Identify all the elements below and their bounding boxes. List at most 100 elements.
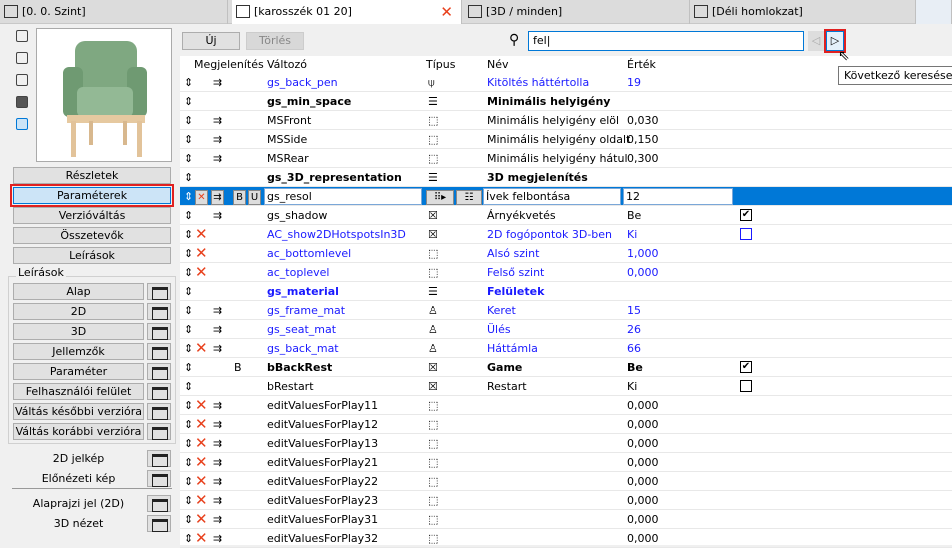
table-row[interactable]: ⇕ ✕ ⇉ editValuesForPlay32 ⬚ 0,000 <box>180 529 952 548</box>
extra-button[interactable]: Előnézeti kép <box>13 470 144 487</box>
drag-handle-icon[interactable]: ⇕ <box>184 304 193 317</box>
display-flag-icon[interactable]: ⇉ <box>213 323 222 336</box>
table-row[interactable]: ⇕ ✕ ⇉ editValuesForPlay23 ⬚ 0,000 <box>180 491 952 510</box>
nav-1[interactable]: Paraméterek <box>10 184 174 207</box>
table-row-selected[interactable]: ⇕ ✕ ⇉ B U gs_resol ⠿▸ ☷ Ívek felbontása … <box>180 187 952 206</box>
variable-name[interactable]: editValuesForPlay32 <box>267 532 378 545</box>
tab-elevation[interactable]: [Déli homlokzat] <box>690 0 916 24</box>
script-button[interactable]: Jellemzők <box>13 343 144 360</box>
variable-name[interactable]: ac_toplevel <box>267 266 329 279</box>
delete-flag-icon[interactable]: ✕ <box>195 244 208 262</box>
delete-flag-icon[interactable]: ✕ <box>195 190 208 205</box>
variable-name[interactable]: editValuesForPlay23 <box>267 494 378 507</box>
display-flag-icon[interactable]: ⇉ <box>213 76 222 89</box>
table-row[interactable]: ⇕ ⇉ gs_back_pen ⍦ Kitöltés háttértolla 1… <box>180 73 952 92</box>
parameter-name[interactable]: Minimális helyigény elöl <box>487 114 619 127</box>
type-dropdown-icon[interactable]: ⠿▸ <box>426 190 454 205</box>
name-input[interactable]: Ívek felbontása <box>483 188 621 205</box>
underline-flag-button[interactable]: U <box>248 190 261 205</box>
variable-name[interactable]: ac_bottomlevel <box>267 247 351 260</box>
open-window-icon[interactable] <box>147 343 171 360</box>
drag-handle-icon[interactable]: ⇕ <box>184 456 193 469</box>
value-checkbox[interactable]: ✔ <box>740 209 752 221</box>
nav-2[interactable]: Verzióváltás <box>13 207 171 224</box>
script-button[interactable]: 3D <box>13 323 144 340</box>
drag-handle-icon[interactable]: ⇕ <box>184 95 193 108</box>
display-flag-icon[interactable]: ⇉ <box>213 209 222 222</box>
variable-name[interactable]: gs_seat_mat <box>267 323 336 336</box>
variable-name[interactable]: bBackRest <box>267 361 332 374</box>
parameter-value[interactable]: 0,030 <box>627 114 659 127</box>
open-window-icon[interactable] <box>147 303 171 320</box>
parameter-name[interactable]: Alsó szint <box>487 247 539 260</box>
parameter-value[interactable]: 0,000 <box>627 513 659 526</box>
display-flag-icon[interactable]: ⇉ <box>213 152 222 165</box>
table-row[interactable]: ⇕ ⇉ MSSide ⬚ Minimális helyigény oldalt … <box>180 130 952 149</box>
script-button[interactable]: 2D <box>13 303 144 320</box>
delete-flag-icon[interactable]: ✕ <box>195 510 208 528</box>
delete-button[interactable]: Törlés <box>246 32 304 50</box>
delete-flag-icon[interactable]: ✕ <box>195 396 208 414</box>
table-row[interactable]: ⇕ ⇉ MSRear ⬚ Minimális helyigény hátul 0… <box>180 149 952 168</box>
variable-name[interactable]: MSFront <box>267 114 311 127</box>
variable-name[interactable]: gs_frame_mat <box>267 304 345 317</box>
extra-button[interactable]: Alaprajzi jel (2D) <box>13 495 144 512</box>
col-display[interactable]: Megjelenítés <box>194 58 264 71</box>
open-window-icon[interactable] <box>147 495 171 512</box>
variable-name[interactable]: MSRear <box>267 152 309 165</box>
display-flag-icon[interactable]: ⇉ <box>213 513 222 526</box>
extra-button[interactable]: 2D jelkép <box>13 450 144 467</box>
drag-handle-icon[interactable]: ⇕ <box>184 437 193 450</box>
drag-handle-icon[interactable]: ⇕ <box>184 494 193 507</box>
table-row[interactable]: ⇕ ⇉ gs_frame_mat ♙ Keret 15 <box>180 301 952 320</box>
parameter-name[interactable]: Minimális helyigény hátul <box>487 152 628 165</box>
value-input[interactable]: 12 <box>623 188 733 205</box>
drag-handle-icon[interactable]: ⇕ <box>184 513 193 526</box>
parameter-name[interactable]: Game <box>487 361 522 374</box>
array-icon[interactable]: ☷ <box>456 190 482 205</box>
display-flag-icon[interactable]: ⇉ <box>213 342 222 355</box>
table-row[interactable]: ⇕ B bBackRest ☒ Game Be ✔ <box>180 358 952 377</box>
value-checkbox[interactable] <box>740 228 752 240</box>
parameter-value[interactable]: 0,150 <box>627 133 659 146</box>
open-window-icon[interactable] <box>147 383 171 400</box>
parameter-name[interactable]: 2D fogópontok 3D-ben <box>487 228 612 241</box>
drag-handle-icon[interactable]: ⇕ <box>184 76 193 89</box>
display-flag-icon[interactable]: ⇉ <box>213 304 222 317</box>
bold-flag-button[interactable]: B <box>233 190 246 205</box>
drag-handle-icon[interactable]: ⇕ <box>184 361 193 374</box>
delete-flag-icon[interactable]: ✕ <box>195 339 208 357</box>
delete-flag-icon[interactable]: ✕ <box>195 529 208 547</box>
value-checkbox[interactable] <box>740 380 752 392</box>
script-button[interactable]: Paraméter <box>13 363 144 380</box>
tab-library-part[interactable]: [karosszék 01 20] ✕ <box>232 0 462 24</box>
parameter-name[interactable]: Háttámla <box>487 342 538 355</box>
drag-handle-icon[interactable]: ⇕ <box>184 190 193 203</box>
parameter-name[interactable]: Restart <box>487 380 527 393</box>
drag-handle-icon[interactable]: ⇕ <box>184 152 193 165</box>
drag-handle-icon[interactable]: ⇕ <box>184 228 193 241</box>
display-flag-icon[interactable]: ⇉ <box>213 532 222 545</box>
delete-flag-icon[interactable]: ✕ <box>195 491 208 509</box>
open-window-icon[interactable] <box>147 450 171 467</box>
parameter-name[interactable]: Keret <box>487 304 516 317</box>
drag-handle-icon[interactable]: ⇕ <box>184 114 193 127</box>
table-row[interactable]: ⇕ ✕ ac_toplevel ⬚ Felső szint 0,000 <box>180 263 952 282</box>
variable-input[interactable]: gs_resol <box>264 188 422 205</box>
table-row[interactable]: ⇕ ✕ ⇉ editValuesForPlay22 ⬚ 0,000 <box>180 472 952 491</box>
parameter-name[interactable]: 3D megjelenítés <box>487 171 588 184</box>
col-variable[interactable]: Változó <box>267 58 307 71</box>
parameter-value[interactable]: 0,000 <box>627 475 659 488</box>
list-view-icon[interactable] <box>16 118 28 130</box>
variable-name[interactable]: bRestart <box>267 380 314 393</box>
open-window-icon[interactable] <box>147 323 171 340</box>
col-type[interactable]: Típus <box>426 58 455 71</box>
drag-handle-icon[interactable]: ⇕ <box>184 209 193 222</box>
script-button[interactable]: Felhasználói felület <box>13 383 144 400</box>
display-flag-icon[interactable]: ⇉ <box>213 114 222 127</box>
delete-flag-icon[interactable]: ✕ <box>195 225 208 243</box>
drag-handle-icon[interactable]: ⇕ <box>184 342 193 355</box>
drag-handle-icon[interactable]: ⇕ <box>184 133 193 146</box>
drag-handle-icon[interactable]: ⇕ <box>184 171 193 184</box>
display-flag-icon[interactable]: ⇉ <box>213 437 222 450</box>
